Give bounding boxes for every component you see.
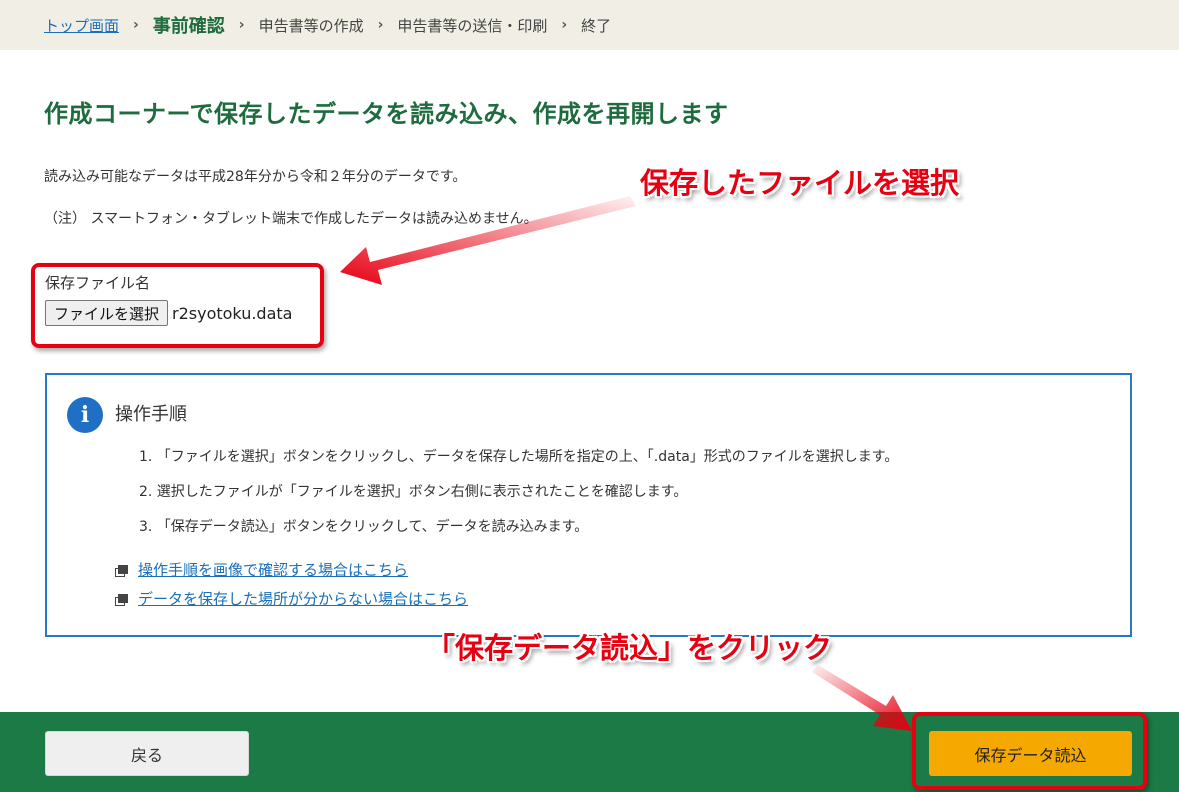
breadcrumb-separator: › <box>377 17 384 33</box>
external-window-icon <box>115 594 129 607</box>
instructions-title: 操作手順 <box>115 404 187 425</box>
callout-click-load: 「保存データ読込」をクリック <box>426 631 833 665</box>
breadcrumb: トップ画面 › 事前確認 › 申告書等の作成 › 申告書等の送信・印刷 › 終了 <box>0 0 1179 50</box>
breadcrumb-step-create: 申告書等の作成 <box>258 16 364 35</box>
instruction-steps: 1. 「ファイルを選択」ボタンをクリックし、データを保存した場所を指定の上、「.… <box>139 445 898 550</box>
breadcrumb-separator: › <box>561 17 568 33</box>
image-guide-link[interactable]: 操作手順を画像で確認する場合はこちら <box>138 559 408 580</box>
external-window-icon <box>115 565 129 578</box>
back-button[interactable]: 戻る <box>45 731 249 776</box>
breadcrumb-step-send-print: 申告書等の送信・印刷 <box>397 16 548 35</box>
data-range-note: 読み込み可能なデータは平成28年分から令和２年分のデータです。 <box>44 169 467 185</box>
breadcrumb-link-top[interactable]: トップ画面 <box>44 15 119 36</box>
breadcrumb-separator: › <box>238 17 245 33</box>
instruction-step: 3. 「保存データ読込」ボタンをクリックして、データを読み込みます。 <box>139 519 589 535</box>
breadcrumb-step-finish: 終了 <box>581 16 612 35</box>
instructions-panel: i 操作手順 1. 「ファイルを選択」ボタンをクリックし、データを保存した場所を… <box>45 373 1132 637</box>
instruction-step: 2. 選択したファイルが「ファイルを選択」ボタン右側に表示されたことを確認します… <box>139 484 688 500</box>
save-location-help-link[interactable]: データを保存した場所が分からない場合はこちら <box>138 588 468 609</box>
submit-highlight-box <box>912 712 1147 790</box>
info-icon: i <box>67 397 103 433</box>
breadcrumb-current-step: 事前確認 <box>152 16 225 37</box>
page-title: 作成コーナーで保存したデータを読み込み、作成を再開します <box>44 100 729 128</box>
callout-select-file: 保存したファイルを選択 <box>640 166 960 200</box>
smartphone-note: （注） スマートフォン・タブレット端末で作成したデータは読み込めません。 <box>44 211 538 227</box>
file-highlight-box <box>31 263 324 348</box>
breadcrumb-separator: › <box>133 17 139 33</box>
instruction-step: 1. 「ファイルを選択」ボタンをクリックし、データを保存した場所を指定の上、「.… <box>139 449 899 465</box>
